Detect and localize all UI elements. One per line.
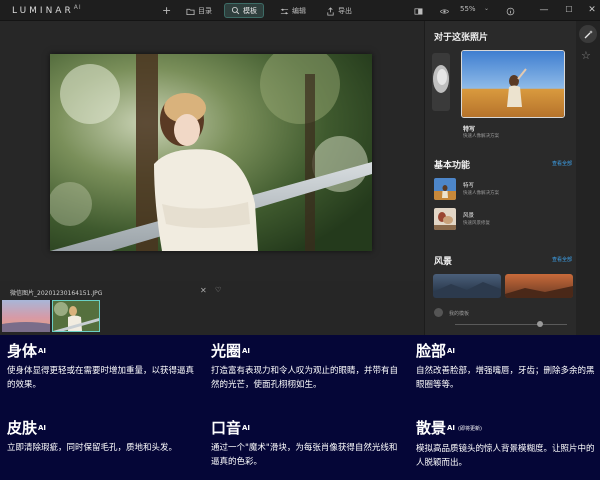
landscape-card[interactable] [433, 274, 501, 298]
feature-description: 立即清除瑕疵，同时保留毛孔，质地和头发。 [7, 443, 178, 453]
slider-handle[interactable] [537, 321, 543, 327]
feature-item-landscape[interactable]: 风景 快速风景修复 [434, 208, 574, 232]
star-icon[interactable]: ☆ [581, 49, 591, 62]
plus-icon: + [162, 3, 172, 17]
feature-description: 模拟高品质镜头的惊人背景模糊度。让照片中的人脱颖而出。 [416, 443, 595, 468]
export-icon [327, 6, 334, 16]
edit-label: 编辑 [292, 7, 306, 15]
landscape-thumbnail [433, 274, 501, 298]
preview-button[interactable] [434, 4, 455, 18]
landscape-card[interactable] [505, 274, 573, 298]
amount-slider[interactable] [455, 324, 567, 325]
logo-text: LUMINAR [12, 6, 74, 16]
feature-title: 风景 [463, 213, 475, 219]
feature-heading: 身体AI [7, 342, 47, 360]
feature-subtitle: 快速风景修复 [463, 221, 490, 226]
feature-description: 自然改善脸部，增强嘴唇，牙齿；删除多余的黑眼圈等等。 [416, 366, 595, 390]
feature-heading: 散景AI (即将更新) [416, 419, 482, 437]
template-thumbnail [432, 53, 450, 111]
feature-description: 打造富有表现力和令人叹为观止的眼睛，并带有自然的光芒，使面孔栩栩如生。 [211, 366, 399, 390]
thumbnail-image [2, 300, 50, 332]
feature-heading: 光圈AI [211, 342, 251, 360]
edit-tab[interactable]: 编辑 [274, 4, 312, 18]
app-logo: LUMINARAI [12, 4, 82, 16]
templates-icon [231, 6, 240, 15]
template-card-partial[interactable] [432, 53, 450, 111]
feature-heading: 脸部AI [416, 342, 456, 360]
filename-label: 微信图片_20201230164151.JPG [10, 290, 103, 297]
close-icon[interactable]: ✕ [200, 286, 207, 295]
section-title-about-photo: 对于这张照片 [434, 33, 489, 43]
main-photo[interactable] [50, 54, 372, 251]
templates-tab[interactable]: 模板 [224, 3, 264, 18]
filmstrip [0, 298, 424, 335]
compare-icon [414, 7, 423, 15]
minimize-button[interactable]: — [537, 3, 551, 17]
chevron-down-icon[interactable]: ⌄ [484, 5, 489, 12]
compare-button[interactable] [408, 4, 429, 18]
add-photos-button[interactable]: + [158, 3, 175, 17]
logo-suffix: AI [73, 4, 82, 11]
feature-card-accent: 口音AI 通过一个"魔术"滑块，为每张肖像获得自然光线和逼真的色彩。 [211, 419, 401, 469]
feature-card-iris: 光圈AI 打造富有表现力和令人叹为观止的眼睛，并带有自然的光芒，使面孔栩栩如生。 [211, 342, 401, 392]
export-button[interactable]: 导出 [320, 4, 358, 18]
title-bar: LUMINARAI + 目录 模板 编辑 导出 55% ⌄ — ☐ ✕ [0, 0, 600, 21]
templates-icon [434, 308, 443, 317]
info-icon [506, 7, 515, 15]
template-card-title: 特写 [463, 126, 476, 133]
see-all-link[interactable]: 查看全部 [552, 160, 572, 167]
feature-card-body: 身体AI 使身体显得更轻或在需要时增加重量，以获得逼真的效果。 [7, 342, 197, 392]
export-label: 导出 [338, 7, 352, 15]
coming-soon-note: (即将更新) [458, 425, 482, 432]
magic-wand-button[interactable] [579, 25, 597, 43]
eye-icon [440, 8, 449, 14]
section-title-essentials: 基本功能 [434, 161, 471, 171]
feature-heading: 皮肤AI [7, 419, 47, 437]
magic-wand-icon [584, 29, 593, 38]
my-templates-toggle[interactable]: 我的模板 [434, 308, 574, 318]
thumbnail-selected[interactable] [52, 300, 100, 332]
close-button[interactable]: ✕ [585, 3, 599, 17]
maximize-button[interactable]: ☐ [562, 3, 576, 17]
see-all-link[interactable]: 查看全部 [552, 256, 572, 263]
landscape-thumbnail [505, 274, 573, 298]
folder-icon [186, 8, 195, 15]
feature-description: 通过一个"魔术"滑块，为每张肖像获得自然光线和逼真的色彩。 [211, 443, 398, 467]
feature-description: 使身体显得更轻或在需要时增加重量，以获得逼真的效果。 [7, 366, 195, 390]
zoom-level[interactable]: 55% [460, 5, 476, 13]
info-button[interactable] [500, 4, 521, 18]
catalog-label: 目录 [198, 7, 212, 15]
section-title-landscape: 风景 [434, 257, 453, 267]
portrait-photo [50, 54, 372, 251]
feature-subtitle: 快速人像解决方案 [463, 191, 499, 196]
catalog-tab[interactable]: 目录 [180, 4, 218, 18]
feature-heading: 口音AI [211, 419, 251, 437]
feature-thumbnail [434, 178, 456, 200]
feature-descriptions: 身体AI 使身体显得更轻或在需要时增加重量，以获得逼真的效果。 光圈AI 打造富… [0, 335, 600, 480]
template-card-subtitle: 快速人像解决方案 [463, 134, 499, 139]
sliders-icon [280, 8, 289, 14]
feature-card-bokeh: 散景AI (即将更新) 模拟高品质镜头的惊人背景模糊度。让照片中的人脱颖而出。 [416, 419, 596, 470]
feature-item-portrait[interactable]: 特写 快速人像解决方案 [434, 178, 574, 202]
my-templates-label: 我的模板 [449, 311, 470, 317]
heart-icon[interactable]: ♡ [215, 286, 221, 294]
thumbnail-image [53, 301, 99, 331]
image-canvas[interactable] [0, 21, 424, 281]
thumbnail[interactable] [2, 300, 50, 332]
template-thumbnail [462, 51, 564, 117]
side-toolbar: ☆ [576, 21, 600, 335]
feature-thumbnail [434, 208, 456, 230]
templates-panel: 对于这张照片 特写 快速人像解决方案 基本功能 查看全部 特写 快速人像解决方案… [424, 21, 576, 335]
feature-title: 特写 [463, 183, 475, 189]
feature-card-skin: 皮肤AI 立即清除瑕疵，同时保留毛孔，质地和头发。 [7, 419, 197, 455]
templates-label: 模板 [243, 6, 257, 15]
luminar-window: LUMINARAI + 目录 模板 编辑 导出 55% ⌄ — ☐ ✕ 微信图片… [0, 0, 600, 335]
template-card-portrait[interactable] [461, 50, 565, 118]
feature-card-face: 脸部AI 自然改善脸部，增强嘴唇，牙齿；删除多余的黑眼圈等等。 [416, 342, 596, 392]
